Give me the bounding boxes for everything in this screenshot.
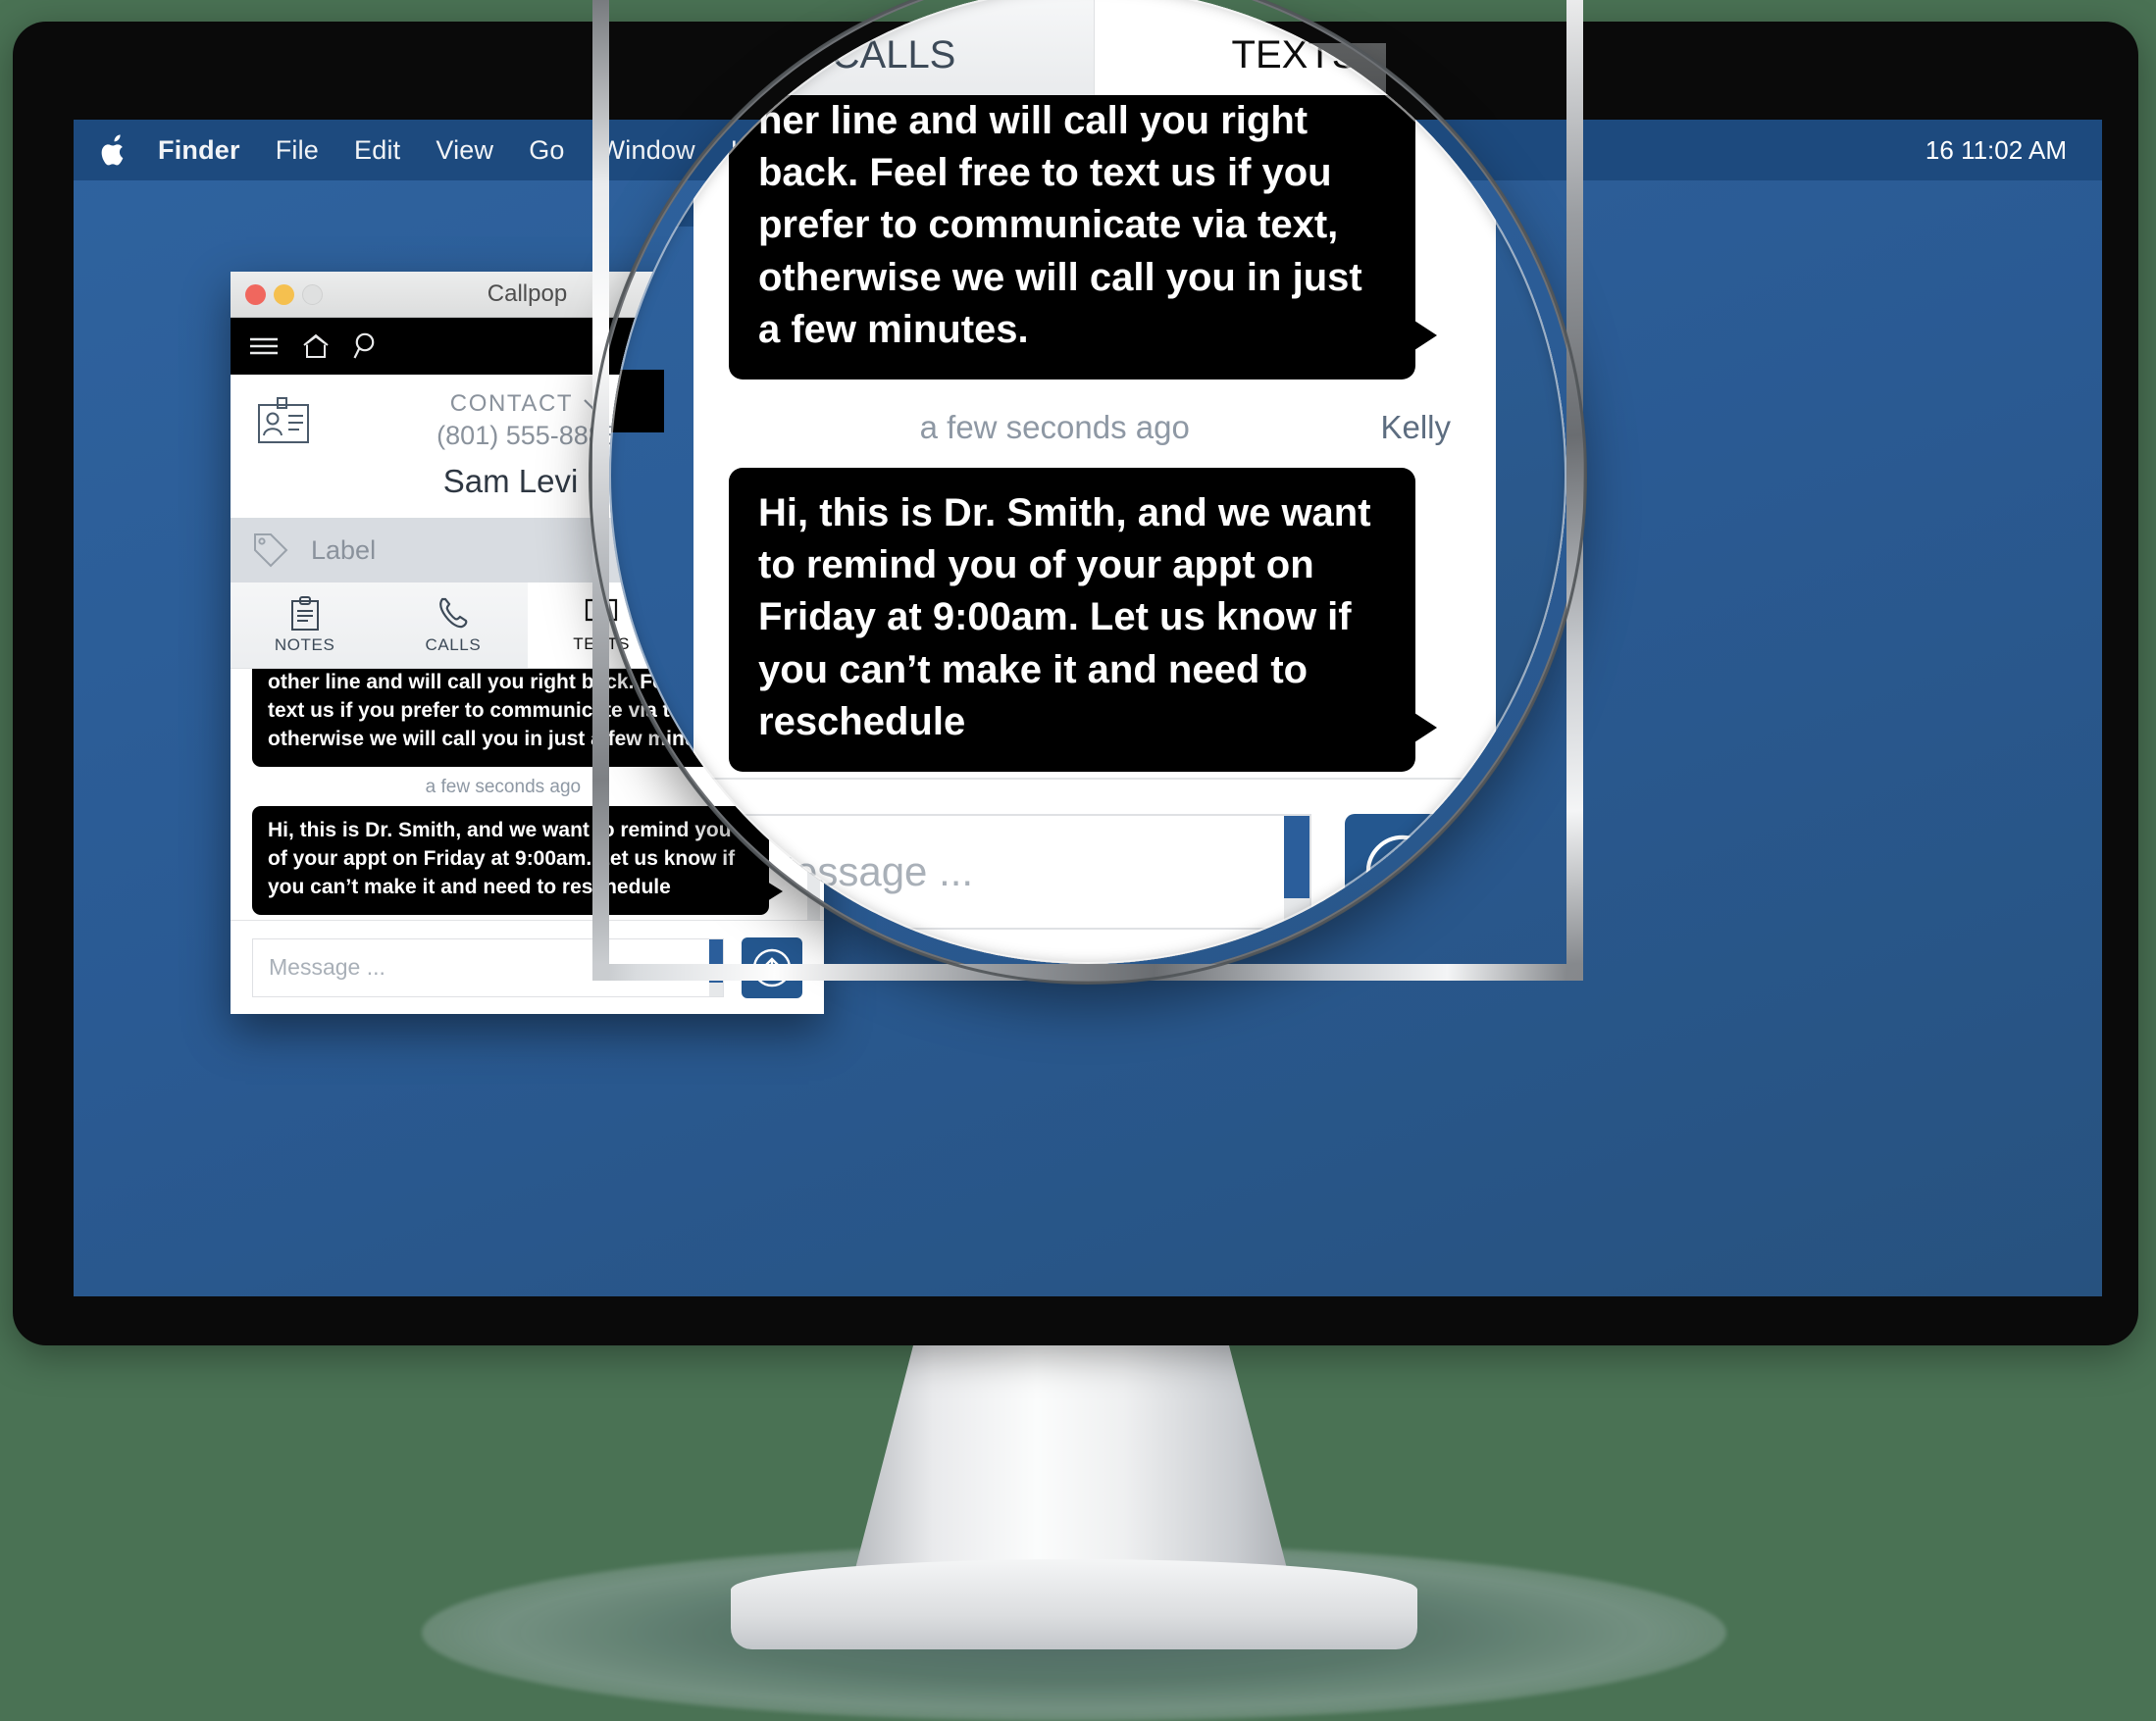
tab-notes[interactable]: NOTES xyxy=(231,582,379,668)
magnifier-lens: Help 16 11:02 AM CALLS TEXTS her line an… xyxy=(592,0,1583,981)
label-placeholder: Label xyxy=(311,534,377,565)
contact-kicker-label: CONTACT xyxy=(449,390,574,417)
menubar-status-area: 16 11:02 AM xyxy=(1925,135,2077,166)
menubar-item-finder[interactable]: Finder xyxy=(158,135,240,166)
magnified-tab-texts-label: TEXTS xyxy=(1231,33,1359,76)
notes-clipboard-icon xyxy=(290,595,319,631)
search-icon[interactable] xyxy=(352,331,380,361)
magnified-message-bubble: her line and will call you right back. F… xyxy=(729,95,1437,380)
menubar-item-go[interactable]: Go xyxy=(529,135,564,166)
magnified-message-author: Kelly xyxy=(1380,408,1451,445)
magnified-menubar-help[interactable]: Help xyxy=(619,162,684,198)
phone-handset-icon xyxy=(439,597,468,628)
monitor-stand-base xyxy=(731,1559,1417,1649)
hamburger-menu-icon[interactable] xyxy=(248,334,280,358)
magnified-composer: Message ... xyxy=(693,778,1496,964)
input-scrollbar-track xyxy=(709,982,723,996)
magnified-tab-calls-label: CALLS xyxy=(831,33,956,76)
tag-icon xyxy=(254,533,288,568)
magnified-message-input[interactable]: Message ... xyxy=(729,814,1311,930)
apple-logo-icon[interactable] xyxy=(99,133,128,167)
menubar-clock[interactable]: 16 11:02 AM xyxy=(1925,135,2067,166)
tab-notes-label: NOTES xyxy=(274,634,335,654)
magnified-message-time: a few seconds ago xyxy=(919,408,1190,445)
send-arrow-up-icon xyxy=(1365,835,1440,909)
contact-name-label: Sam Levi xyxy=(442,463,579,499)
magnified-input-scrollbar-thumb[interactable] xyxy=(1284,816,1309,898)
magnified-tab-bar: CALLS TEXTS xyxy=(693,0,1496,95)
magnified-content: Help 16 11:02 AM CALLS TEXTS her line an… xyxy=(609,0,1566,964)
menubar-item-file[interactable]: File xyxy=(276,135,319,166)
magnified-message-meta: a few seconds ago Kelly xyxy=(729,380,1461,468)
contact-name-row: Sam Levi xyxy=(443,463,612,500)
magnified-input-placeholder: Message ... xyxy=(760,848,974,894)
contact-card-icon xyxy=(256,396,311,458)
magnified-send-button[interactable] xyxy=(1345,814,1461,930)
menubar-item-view[interactable]: View xyxy=(436,135,493,166)
magnified-tab-texts[interactable]: TEXTS xyxy=(1095,0,1496,95)
tab-calls-label: CALLS xyxy=(425,634,482,654)
magnified-tab-calls[interactable]: CALLS xyxy=(693,0,1095,95)
magnified-message-bubble: Hi, this is Dr. Smith, and we want to re… xyxy=(729,467,1437,772)
magnified-app-toolbar-edge xyxy=(609,370,664,432)
menubar-item-edit[interactable]: Edit xyxy=(354,135,400,166)
contact-kicker-row[interactable]: CONTACT xyxy=(450,390,604,418)
message-time: a few seconds ago xyxy=(425,776,582,797)
magnified-input-scrollbar-track xyxy=(1284,898,1309,928)
tab-calls[interactable]: CALLS xyxy=(379,582,527,668)
home-icon[interactable] xyxy=(301,332,331,360)
message-input-placeholder: Message ... xyxy=(269,954,385,980)
